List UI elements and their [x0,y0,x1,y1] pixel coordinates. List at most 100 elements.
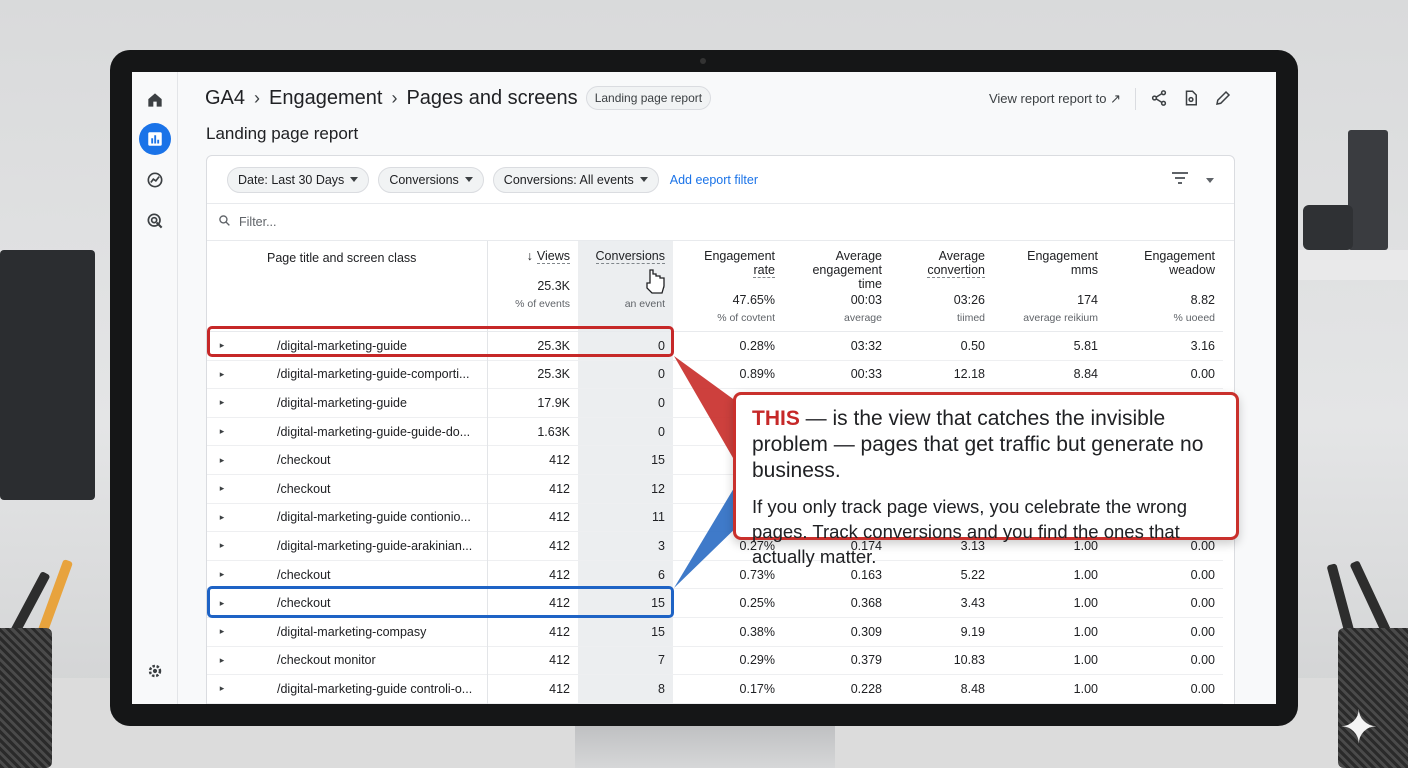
table-row[interactable]: ▸ /digital-marketing-guide 25.3K 0 0.28% 03:3… [207,331,1223,361]
expand-row-icon[interactable]: ▸ [207,646,237,675]
total-avg-conv-sub: tiimed [956,312,985,324]
row-number [237,417,267,446]
expand-row-icon[interactable]: ▸ [207,675,237,704]
row-page[interactable]: /digital-marketing-guide-guide-do... [267,417,487,446]
row-page[interactable]: /digital-marketing-guide controli-o... [267,675,487,704]
row-number [237,503,267,532]
row-views: 412 [486,445,578,475]
callout-headline: THIS — is the view that catches the invi… [752,406,1220,484]
expand-row-icon[interactable]: ▸ [207,332,237,361]
table-row[interactable]: ▸ /checkout monitor 412 7 0.29% 0.379 10.83 1.0… [207,646,1223,675]
gear-icon[interactable] [139,655,171,687]
column-header-views-label: Views [536,249,570,264]
table-row[interactable]: ▸ /digital-marketing-guide-comporti... 25.… [207,360,1223,389]
filter-list-icon[interactable] [1172,171,1188,189]
view-report-link[interactable]: View report report to ↗ [989,91,1121,107]
row-avg-conversion: 3.43 [960,596,985,611]
row-page[interactable]: /digital-marketing-guide-arakinian... [267,532,487,561]
column-header-page-label: Page title and screen class [267,251,417,265]
page-subtitle: Landing page report [206,124,359,143]
share-icon[interactable] [1150,89,1168,110]
add-filter-link[interactable]: Add eeport filter [670,173,758,187]
expand-row-icon[interactable]: ▸ [207,389,237,418]
row-engagement-rate: 0.28% [739,338,775,353]
total-eng-weadow-sub: % uoeed [1173,312,1215,324]
explore-icon[interactable] [139,164,171,196]
expand-row-icon[interactable]: ▸ [207,617,237,646]
chevron-right-icon: › [391,87,398,108]
row-engagement-rate: 0.25% [739,596,775,611]
column-header-conversions-label: Conversions [595,249,665,264]
breadcrumb-page[interactable]: Pages and screens [406,87,577,110]
row-page[interactable]: /checkout [267,474,487,503]
row-page[interactable]: /digital-marketing-compasy [267,617,487,646]
row-page[interactable]: /checkout [267,560,487,589]
search-input[interactable]: Filter... [239,215,277,229]
row-number [237,474,267,503]
row-page[interactable]: /digital-marketing-guide-comporti... [267,360,487,389]
row-page[interactable]: /digital-marketing-guide [267,332,487,361]
column-header-engagement-mms[interactable]: Engagement mms 174 average reikium [993,241,1106,332]
column-header-conversions[interactable]: Conversions 0 an event [578,241,673,332]
chevron-down-icon[interactable] [1206,177,1214,183]
row-number [237,389,267,418]
advertising-icon[interactable] [139,205,171,237]
row-engagement-weadow: 0.00 [1190,367,1215,382]
column-header-avg-conversion[interactable]: Average convertion 03:26 tiimed [890,241,993,332]
row-conversions: 0 [578,417,673,446]
webcam [700,58,706,64]
report-chip[interactable]: Landing page report [585,86,712,110]
pencil-icon[interactable] [1214,89,1232,110]
table-row[interactable]: ▸ /checkout 412 15 0.25% 0.368 3.43 1.00 0.00 [207,588,1223,618]
expand-row-icon[interactable]: ▸ [207,446,237,475]
column-header-engagement-rate-label-2: rate [753,263,775,278]
row-views: 412 [486,531,578,561]
column-header-page[interactable]: Page title and screen class [267,241,487,332]
row-avg-conversion: 10.83 [953,653,985,668]
column-header-avg-time-label-2: engagement [812,263,882,277]
table-header-row: Page title and screen class ↓ Views 25.3K… [207,241,1223,332]
column-header-mms-label-2: mms [1070,263,1098,277]
expand-row-icon[interactable]: ▸ [207,417,237,446]
breadcrumb-root[interactable]: GA4 [205,87,245,110]
row-page[interactable]: /digital-marketing-guide contionio... [267,503,487,532]
divider [1135,88,1136,110]
expand-row-icon[interactable]: ▸ [207,589,237,618]
events-chip[interactable]: Conversions: All events [492,166,659,193]
row-views: 412 [486,474,578,504]
row-number [237,560,267,589]
expand-row-icon[interactable]: ▸ [207,532,237,561]
breadcrumb-section[interactable]: Engagement [269,87,382,110]
row-number [237,360,267,389]
sort-down-arrow-icon: ↓ [526,249,533,263]
row-page[interactable]: /checkout [267,589,487,618]
row-number [237,675,267,704]
table-row[interactable]: ▸ /digital-marketing-guide controli-o... 4… [207,674,1223,704]
chevron-down-icon [350,177,359,182]
bar-chart-icon[interactable] [139,123,171,155]
column-header-engagement-rate[interactable]: Engagement rate 47.65% % of covtent [673,241,783,332]
row-conversions: 0 [578,331,673,361]
expand-row-icon[interactable]: ▸ [207,560,237,589]
document-icon[interactable] [1182,89,1200,110]
row-page[interactable]: /checkout [267,446,487,475]
row-engagement-mms: 8.84 [1073,367,1098,382]
expand-row-icon[interactable]: ▸ [207,503,237,532]
column-header-engagement-weadow[interactable]: Engagement weadow 8.82 % uoeed [1106,241,1223,332]
row-page[interactable]: /checkout monitor [267,646,487,675]
column-header-avg-engagement-time[interactable]: Average engagement time 00:03 average [783,241,890,332]
total-eng-mms-sub: average reikium [1023,312,1098,324]
home-icon[interactable] [139,84,171,116]
table-row[interactable]: ▸ /digital-marketing-compasy 412 15 0.38% 0.3… [207,617,1223,647]
row-page[interactable]: /digital-marketing-guide [267,389,487,418]
row-engagement-mms: 1.00 [1073,653,1098,668]
metric-chip[interactable]: Conversions [378,166,484,193]
date-range-label: Date: Last 30 Days [238,172,345,187]
column-header-weadow-label-2: weadow [1169,263,1215,277]
expand-row-icon[interactable]: ▸ [207,474,237,503]
expand-row-icon[interactable]: ▸ [207,360,237,389]
screen: GA4 › Engagement › Pages and screens Lan… [132,72,1276,704]
total-eng-weadow: 8.82 [1190,293,1215,307]
date-range-chip[interactable]: Date: Last 30 Days [227,166,370,193]
column-header-views[interactable]: ↓ Views 25.3K % of events [486,241,578,332]
